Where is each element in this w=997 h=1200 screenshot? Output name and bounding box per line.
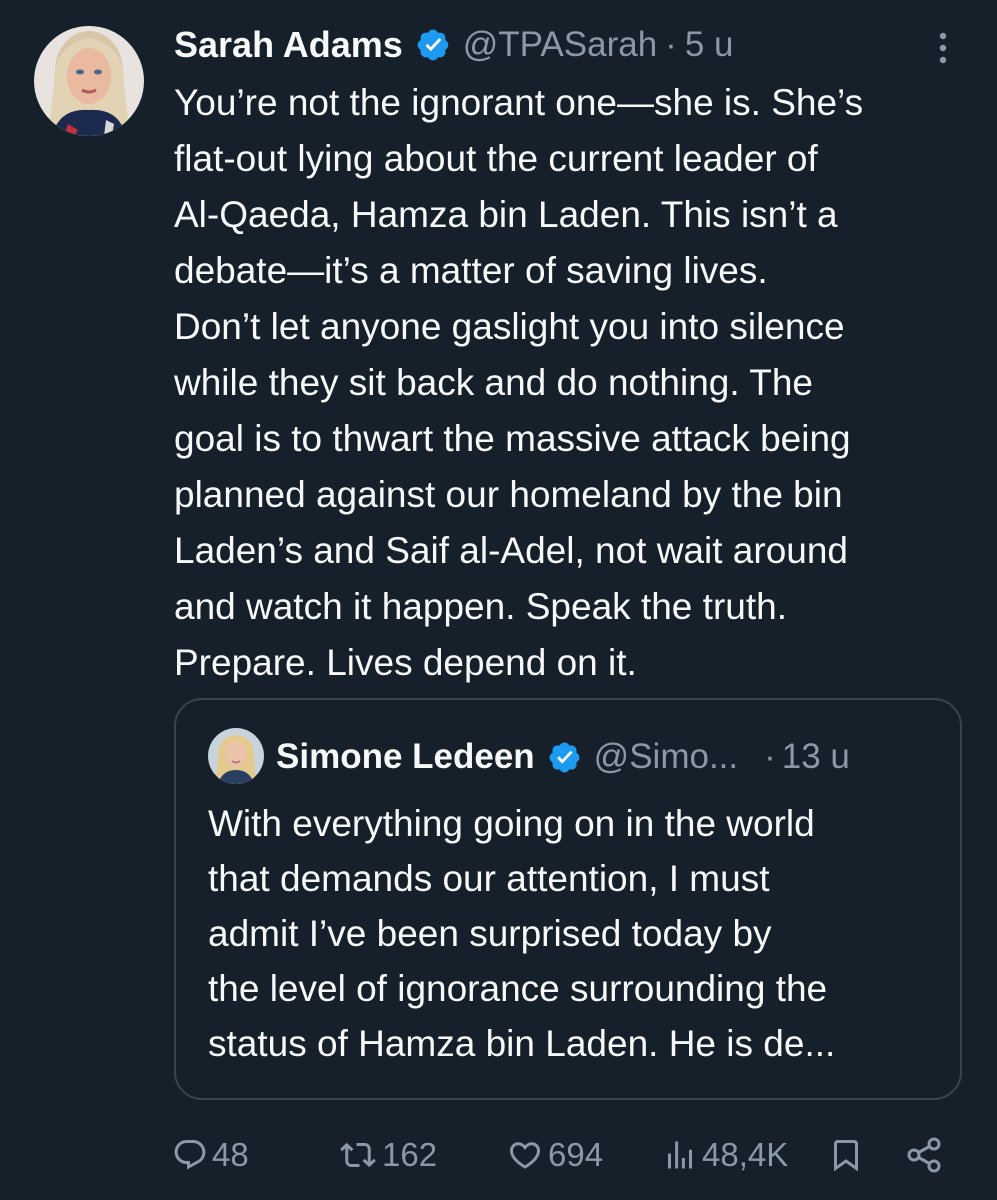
tweet-header: Sarah Adams @TPASarah · 5 u	[174, 20, 733, 70]
author-avatar[interactable]	[34, 26, 144, 136]
heart-icon	[509, 1142, 541, 1169]
like-count: 694	[548, 1136, 604, 1173]
author-name[interactable]: Sarah Adams	[174, 24, 403, 66]
views-icon	[668, 1141, 692, 1169]
author-handle[interactable]: @TPASarah	[463, 25, 657, 65]
bookmark-button[interactable]	[828, 1130, 864, 1180]
tweet-text-line: Al-Qaeda, Hamza bin Laden. This isn’t a	[174, 194, 838, 235]
tweet-text-line: and watch it happen. Speak the truth.	[174, 586, 787, 627]
tweet-text-line: planned against our homeland by the bin	[174, 474, 843, 515]
timestamp[interactable]: 5 u	[685, 25, 734, 65]
tweet-text-line: You’re not the ignorant one—she is. She’…	[174, 82, 864, 123]
quoted-text-line: admit I’ve been surprised today by	[208, 913, 772, 954]
quoted-text-line: status of Hamza bin Laden. He is de...	[208, 1023, 836, 1064]
quoted-tweet-text: With everything going on in the world th…	[208, 796, 948, 1071]
more-options-icon[interactable]	[925, 28, 961, 68]
quoted-timestamp: 13 u	[781, 737, 850, 776]
tweet-text-line: goal is to thwart the massive attack bei…	[174, 418, 851, 459]
repost-icon	[340, 1142, 376, 1168]
quoted-text-line: the level of ignorance surrounding the	[208, 968, 828, 1009]
bookmark-icon	[834, 1140, 858, 1172]
views-button[interactable]: 48,4K	[662, 1130, 788, 1180]
tweet-text-line: Prepare. Lives depend on it.	[174, 642, 637, 683]
share-icon	[907, 1137, 941, 1173]
verified-badge-icon	[549, 742, 580, 772]
separator: ·	[665, 25, 677, 64]
views-count: 48,4K	[702, 1136, 789, 1173]
tweet-text-line: debate—it’s a matter of saving lives.	[174, 250, 768, 291]
reply-icon	[174, 1140, 206, 1170]
action-bar: 48 162 694 48,4K	[0, 1130, 997, 1180]
tweet-text-line: Laden’s and Saif al-Adel, not wait aroun…	[174, 530, 849, 571]
reply-count: 48	[212, 1136, 249, 1173]
separator: ·	[764, 737, 776, 776]
tweet-text: You’re not the ignorant one—she is. She’…	[174, 75, 974, 691]
quoted-author-avatar	[208, 728, 264, 784]
tweet-text-line: Don’t let anyone gaslight you into silen…	[174, 306, 845, 347]
quoted-text-line: With everything going on in the world	[208, 803, 815, 844]
repost-button[interactable]: 162	[338, 1130, 437, 1180]
quoted-author-handle: @Simo...	[593, 737, 739, 776]
tweet: Sarah Adams @TPASarah · 5 u You’re not t…	[0, 0, 997, 1200]
quoted-tweet-header: Simone Ledeen @Simo... · 13 u	[276, 732, 850, 782]
quoted-author-name: Simone Ledeen	[276, 737, 535, 776]
tweet-text-line: while they sit back and do nothing. The	[174, 362, 814, 403]
verified-badge-icon	[417, 29, 449, 61]
quoted-tweet-card[interactable]: Simone Ledeen @Simo... · 13 u With every…	[174, 698, 962, 1100]
tweet-text-line: flat-out lying about the current leader …	[174, 138, 818, 179]
reply-button[interactable]: 48	[172, 1130, 249, 1180]
share-button[interactable]	[904, 1130, 944, 1180]
like-button[interactable]: 694	[506, 1130, 603, 1180]
quoted-text-line: that demands our attention, I must	[208, 858, 770, 899]
repost-count: 162	[382, 1136, 438, 1173]
